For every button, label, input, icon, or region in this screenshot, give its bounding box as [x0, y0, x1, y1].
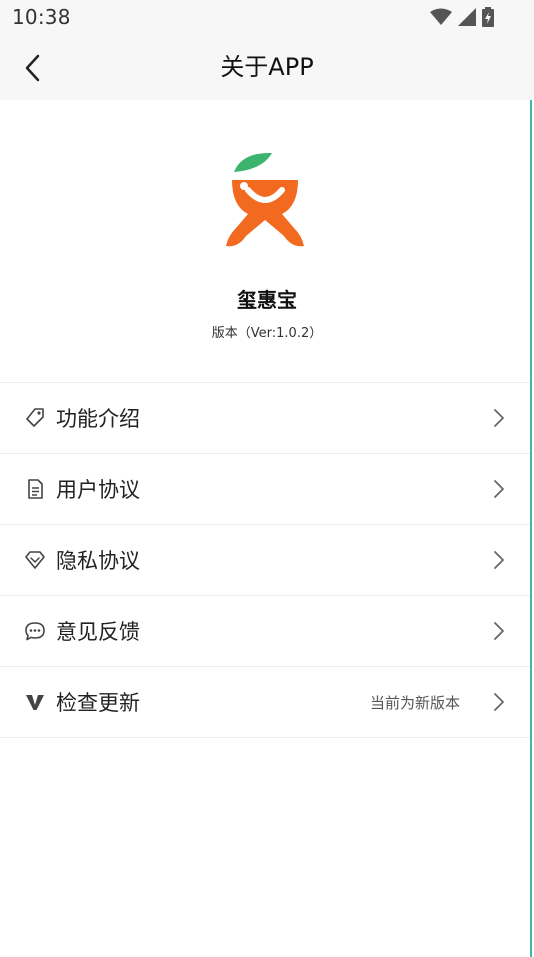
- chevron-right-icon: [494, 551, 504, 569]
- menu-item-feature-intro[interactable]: 功能介绍: [0, 383, 530, 454]
- app-info-section: 玺惠宝 版本（Ver:1.0.2）: [0, 100, 534, 382]
- app-name: 玺惠宝: [237, 288, 297, 312]
- status-icons: [430, 7, 494, 27]
- chevron-right-icon: [494, 480, 504, 498]
- update-status-text: 当前为新版本: [369, 693, 460, 712]
- menu-item-feedback[interactable]: 意见反馈: [0, 596, 530, 667]
- menu-item-label: 意见反馈: [56, 620, 140, 644]
- wifi-icon: [430, 8, 452, 25]
- chat-bubble-icon: [24, 620, 46, 642]
- menu-item-label: 检查更新: [56, 691, 140, 715]
- menu-item-user-agreement[interactable]: 用户协议: [0, 454, 530, 525]
- menu-item-check-update[interactable]: 检查更新 当前为新版本: [0, 667, 530, 738]
- tag-icon: [24, 407, 46, 429]
- menu-list: 功能介绍 用户协议 隐私协议 意见反馈 检查更新 当前为新版本: [0, 382, 530, 738]
- chevron-right-icon: [494, 409, 504, 427]
- menu-item-label: 用户协议: [56, 478, 140, 502]
- app-logo: [226, 152, 304, 247]
- battery-icon: [482, 7, 494, 27]
- cellular-signal-icon: [458, 8, 476, 26]
- status-bar: 10:38: [0, 0, 534, 34]
- navigation-bar: 关于APP: [0, 34, 534, 100]
- v-letter-icon: [24, 691, 46, 713]
- page-title: 关于APP: [220, 53, 314, 81]
- document-icon: [24, 478, 46, 500]
- diamond-icon: [24, 549, 46, 571]
- chevron-right-icon: [494, 693, 504, 711]
- menu-item-privacy-policy[interactable]: 隐私协议: [0, 525, 530, 596]
- menu-item-label: 功能介绍: [56, 407, 140, 431]
- status-time: 10:38: [12, 5, 71, 29]
- app-version: 版本（Ver:1.0.2）: [211, 326, 323, 341]
- menu-item-label: 隐私协议: [56, 549, 140, 573]
- chevron-right-icon: [494, 622, 504, 640]
